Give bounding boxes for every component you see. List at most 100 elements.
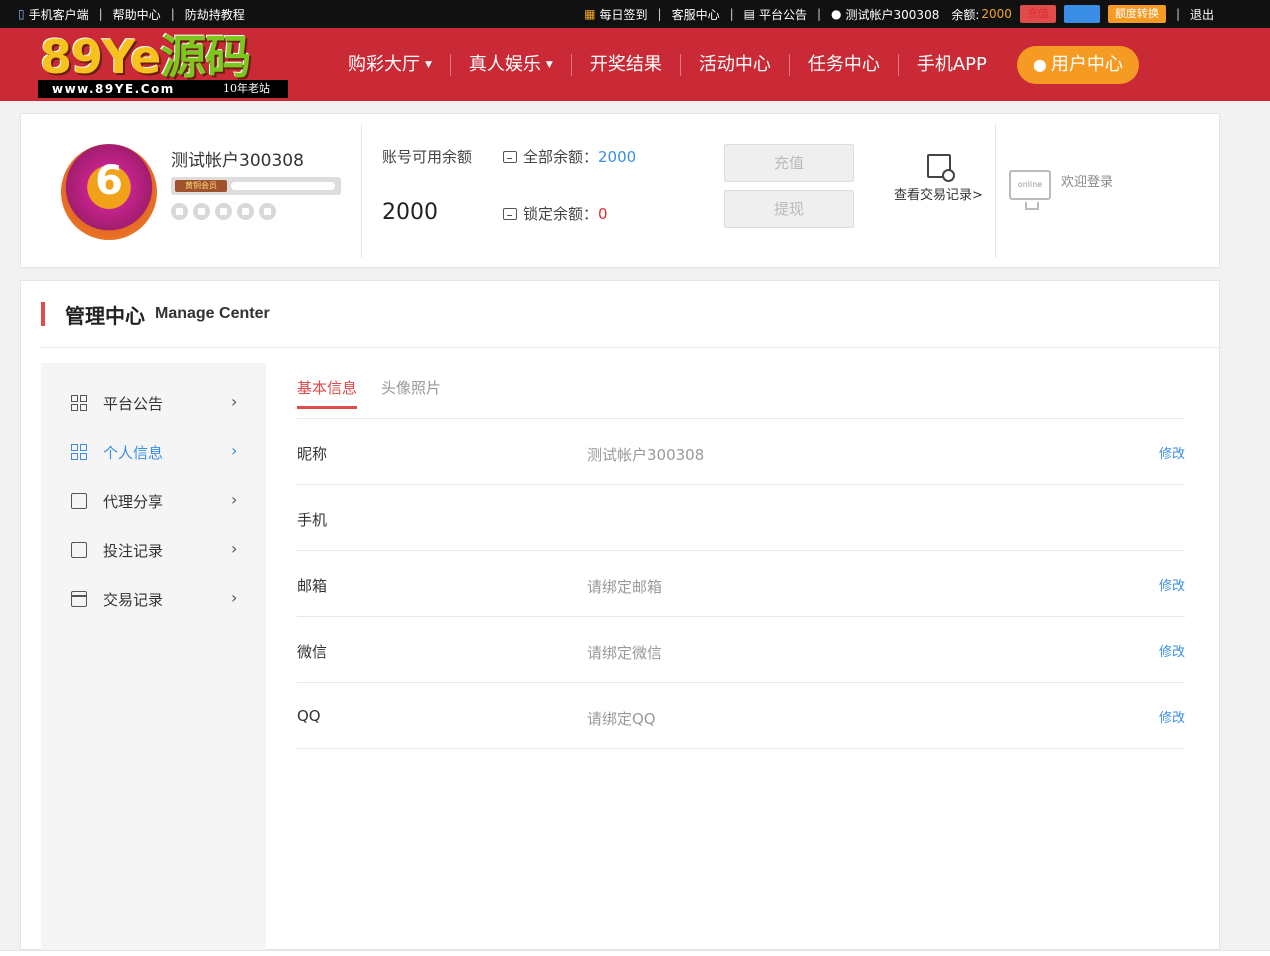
- grid-icon: [71, 444, 87, 460]
- wallet-icon: [503, 207, 517, 220]
- share-icon: [71, 493, 87, 509]
- welcome-text: 欢迎登录: [1061, 175, 1114, 190]
- logo-tagline: 10年老站: [223, 82, 270, 95]
- avatar[interactable]: 6: [61, 144, 157, 240]
- all-balance: 全部余额： 2000: [503, 146, 636, 167]
- separator: |: [817, 7, 822, 21]
- online-monitor-icon: online: [1009, 170, 1051, 210]
- daily-signin-link[interactable]: ▦ 每日签到: [584, 6, 647, 23]
- separator: |: [170, 7, 175, 21]
- divider: [995, 124, 996, 258]
- manage-center: 管理中心 Manage Center 平台公告 › 个人信息 › 代理分享 › …: [20, 280, 1220, 951]
- nav-lottery-hall[interactable]: 购彩大厅 ▼: [330, 53, 450, 77]
- email-badge-icon[interactable]: [193, 203, 210, 220]
- divider: [361, 124, 362, 258]
- logo-text: 89Ye源码: [40, 30, 251, 84]
- user-icon: ●: [1032, 54, 1047, 74]
- table-row: 昵称 测试帐户300308 修改: [297, 419, 1185, 485]
- separator: |: [98, 7, 103, 21]
- chevron-right-icon: ›: [231, 392, 238, 411]
- top-bar: ▯ 手机客户端 | 帮助中心 | 防劫持教程 ▦ 每日签到 | 客服中心 | ▤ 平台…: [0, 0, 1270, 28]
- logout-link[interactable]: 退出: [1190, 6, 1214, 23]
- table-row: 邮箱 请绑定邮箱 修改: [297, 551, 1185, 617]
- sidebar-item-agent-share[interactable]: 代理分享 ›: [41, 481, 266, 521]
- manage-title: 管理中心 Manage Center: [41, 301, 270, 328]
- help-center-link[interactable]: 帮助中心: [113, 6, 161, 23]
- nav-activities[interactable]: 活动中心: [681, 53, 789, 77]
- separator: |: [1175, 7, 1180, 21]
- mobile-client-link[interactable]: ▯ 手机客户端: [18, 6, 89, 23]
- locked-balance: 锁定余额： 0: [503, 203, 608, 224]
- chevron-right-icon: ›: [231, 539, 238, 558]
- edit-nickname-link[interactable]: 修改: [1159, 443, 1185, 462]
- account-username: 测试帐户300308: [171, 151, 304, 171]
- top-bar-left: ▯ 手机客户端 | 帮助中心 | 防劫持教程: [18, 0, 245, 28]
- account-summary: 6 测试帐户300308 黄铜会员 账号可用余额 2000 全部余额： 2000 …: [20, 113, 1220, 268]
- top-recharge-button[interactable]: 充值: [1019, 5, 1056, 23]
- transaction-record-link[interactable]: 查看交易记录>: [891, 154, 986, 203]
- available-balance-label: 账号可用余额: [382, 148, 473, 166]
- anti-hijack-link[interactable]: 防劫持教程: [185, 6, 245, 23]
- manage-sidebar: 平台公告 › 个人信息 › 代理分享 › 投注记录 › 交易记录 ›: [41, 363, 266, 951]
- edit-qq-link[interactable]: 修改: [1159, 707, 1185, 726]
- tab-avatar[interactable]: 头像照片: [381, 377, 441, 409]
- mobile-icon: ▯: [18, 7, 25, 21]
- sidebar-item-transactions[interactable]: 交易记录 ›: [41, 579, 266, 619]
- page-bottom: [0, 950, 1270, 956]
- available-balance-value: 2000: [382, 200, 438, 225]
- caret-down-icon: ▼: [545, 59, 553, 70]
- lock-badge-icon[interactable]: [259, 203, 276, 220]
- vip-progress: [231, 182, 335, 190]
- top-withdraw-button[interactable]: 提现: [1063, 5, 1100, 23]
- table-row: 微信 请绑定微信 修改: [297, 617, 1185, 683]
- user-center-button[interactable]: ● 用户中心: [1016, 45, 1139, 84]
- vip-badge: 黄铜会员: [175, 180, 227, 192]
- chat-icon: ▤: [743, 7, 755, 21]
- bank-badge-icon[interactable]: [237, 203, 254, 220]
- bet-record-icon: [71, 542, 87, 558]
- edit-email-link[interactable]: 修改: [1159, 575, 1185, 594]
- chevron-right-icon: ›: [231, 441, 238, 460]
- notice-link[interactable]: ▤ 平台公告: [744, 6, 807, 23]
- withdraw-button[interactable]: 提现: [724, 190, 854, 228]
- tab-basic-info[interactable]: 基本信息: [297, 377, 358, 409]
- chevron-right-icon: ›: [231, 490, 238, 509]
- wallet-icon: [503, 150, 517, 163]
- user-icon: ●: [831, 7, 842, 21]
- top-transfer-button[interactable]: 额度转换: [1107, 5, 1166, 23]
- user-link[interactable]: ● 测试帐户300308: [831, 6, 939, 23]
- recharge-button[interactable]: 充值: [724, 144, 854, 182]
- sidebar-item-bet-records[interactable]: 投注记录 ›: [41, 530, 266, 570]
- separator: |: [657, 7, 662, 21]
- sidebar-item-profile[interactable]: 个人信息 ›: [41, 432, 266, 472]
- verification-badges: [171, 203, 281, 220]
- logo-url: www.89YE.Com: [52, 82, 175, 96]
- table-row: 手机: [297, 485, 1185, 551]
- top-balance: 余额: 2000: [951, 7, 1012, 22]
- phone-badge-icon[interactable]: [171, 203, 188, 220]
- card-icon: [71, 591, 87, 607]
- logo-strip: www.89YE.Com 10年老站: [38, 80, 288, 98]
- vip-level-bar: 黄铜会员: [171, 177, 341, 195]
- gift-icon: ▦: [584, 7, 596, 21]
- main-nav: 购彩大厅 ▼ 真人娱乐 ▼ 开奖结果 活动中心 任务中心 手机APP ● 用户中心: [330, 28, 1139, 101]
- nav-tasks[interactable]: 任务中心: [790, 53, 898, 77]
- top-bar-right: ▦ 每日签到 | 客服中心 | ▤ 平台公告 | ● 测试帐户300308 余额: 20…: [584, 0, 1214, 28]
- nav-live-casino[interactable]: 真人娱乐 ▼: [451, 53, 571, 77]
- nav-results[interactable]: 开奖结果: [572, 53, 680, 77]
- title-accent: [41, 302, 45, 326]
- profile-tabs: 基本信息 头像照片: [297, 377, 465, 409]
- separator: |: [729, 7, 734, 21]
- caret-down-icon: ▼: [425, 59, 432, 70]
- divider: [41, 347, 1219, 348]
- grid-icon: [71, 395, 87, 411]
- service-center-link[interactable]: 客服中心: [672, 6, 720, 23]
- nav-mobile-app[interactable]: 手机APP: [899, 53, 1005, 77]
- wechat-badge-icon[interactable]: [215, 203, 232, 220]
- edit-wechat-link[interactable]: 修改: [1159, 641, 1185, 660]
- site-logo[interactable]: 89Ye源码 www.89YE.Com 10年老站: [38, 32, 288, 98]
- table-row: QQ 请绑定QQ 修改: [297, 683, 1185, 749]
- sidebar-item-notice[interactable]: 平台公告 ›: [41, 383, 266, 423]
- profile-rows: 昵称 测试帐户300308 修改 手机 邮箱 请绑定邮箱 修改 微信 请绑定微信…: [297, 419, 1185, 749]
- chevron-right-icon: ›: [231, 588, 238, 607]
